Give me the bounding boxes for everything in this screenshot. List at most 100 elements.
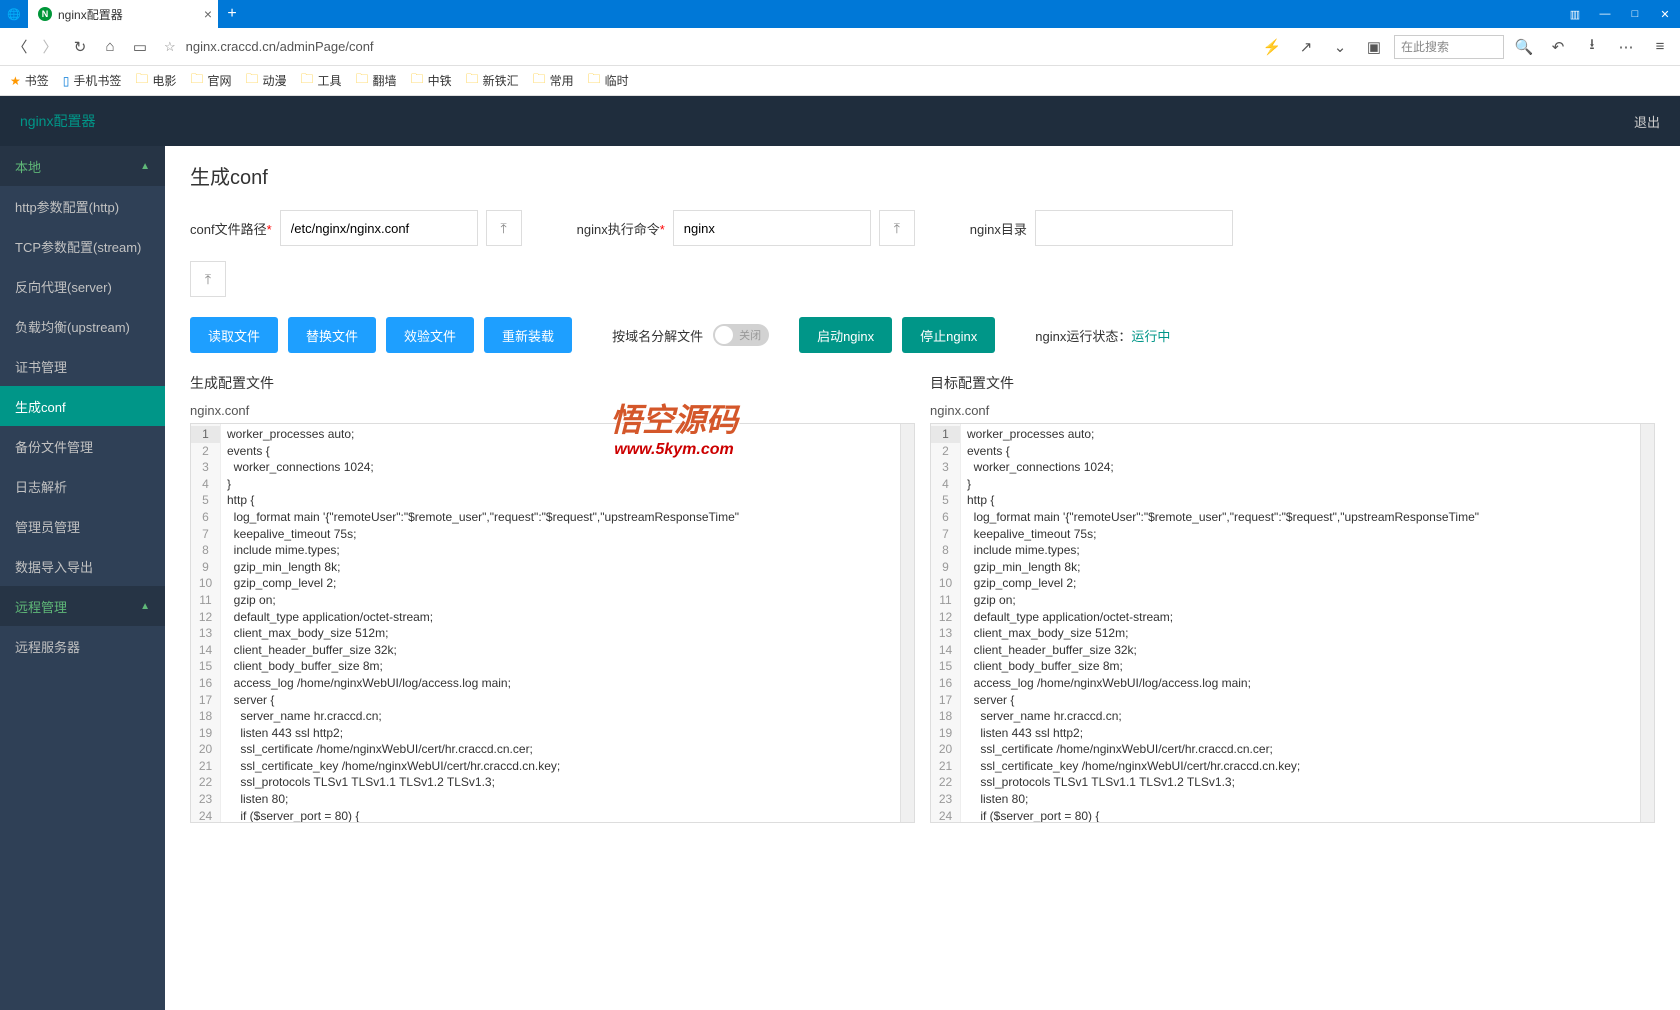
url-bar[interactable]: ☆ nginx.craccd.cn/adminPage/conf <box>156 33 1256 61</box>
tab-title: nginx配置器 <box>58 6 123 23</box>
bookmark-item[interactable]: 🗀动漫 <box>245 70 286 92</box>
star-icon: ★ <box>10 74 21 88</box>
folder-icon: 🗀 <box>588 70 601 92</box>
stop-nginx-button[interactable]: 停止nginx <box>902 317 995 353</box>
tab-favicon: N <box>38 7 52 21</box>
sidebar: 本地 ▲ http参数配置(http)TCP参数配置(stream)反向代理(s… <box>0 146 165 1010</box>
sidebar-item[interactable]: TCP参数配置(stream) <box>0 226 165 266</box>
folder-icon: 🗀 <box>135 70 148 92</box>
search-icon[interactable]: 🔍 <box>1510 33 1538 61</box>
close-window-button[interactable]: ✕ <box>1650 0 1680 28</box>
bookmark-item[interactable]: 🗀翻墙 <box>356 70 397 92</box>
download-icon[interactable]: ⭳ <box>1578 33 1606 61</box>
nginx-dir-label: nginx目录 <box>970 219 1027 238</box>
nginx-dir-input[interactable] <box>1035 210 1233 246</box>
conf-path-upload-button[interactable]: ⤒ <box>486 210 522 246</box>
bookmark-item[interactable]: 🗀中铁 <box>411 70 452 92</box>
browser-search-input[interactable]: 在此搜索 <box>1394 35 1504 59</box>
verify-file-button[interactable]: 效验文件 <box>386 317 474 353</box>
bookmark-item[interactable]: 🗀工具 <box>301 70 342 92</box>
bookmark-item[interactable]: 🗀官网 <box>190 70 231 92</box>
chevron-up-icon: ▲ <box>140 161 150 172</box>
target-config-editor[interactable]: 123456789101112131415161718192021222324 … <box>930 423 1655 823</box>
bookmark-item[interactable]: ★书签 <box>10 72 49 89</box>
exec-cmd-upload-button[interactable]: ⤒ <box>879 210 915 246</box>
generated-config-title: 生成配置文件 <box>190 373 915 393</box>
sidebar-item[interactable]: 证书管理 <box>0 346 165 386</box>
window-controls: ▥ — □ ✕ <box>1560 0 1680 28</box>
code-content[interactable]: worker_processes auto; events { worker_c… <box>961 424 1640 822</box>
sidebar-toggle-icon[interactable]: ▥ <box>1560 0 1590 28</box>
replace-file-button[interactable]: 替换文件 <box>288 317 376 353</box>
translate-icon[interactable]: ▣ <box>1360 33 1388 61</box>
bookmark-item[interactable]: ▯手机书签 <box>63 72 122 89</box>
new-tab-button[interactable]: + <box>218 5 246 23</box>
exec-cmd-label: nginx执行命令* <box>577 219 665 238</box>
nginx-dir-upload-button[interactable]: ⤒ <box>190 261 226 297</box>
more-icon[interactable]: ⋯ <box>1612 33 1640 61</box>
sidebar-item[interactable]: 备份文件管理 <box>0 426 165 466</box>
bookmark-icon: ▯ <box>63 74 70 88</box>
sidebar-item[interactable]: 数据导入导出 <box>0 546 165 586</box>
undo-icon[interactable]: ↶ <box>1544 33 1572 61</box>
flash-icon[interactable]: ⚡ <box>1258 33 1286 61</box>
share-icon[interactable]: ↗ <box>1292 33 1320 61</box>
folder-icon: 🗀 <box>356 70 369 92</box>
generated-config-pane: 生成配置文件 nginx.conf 1234567891011121314151… <box>190 373 915 823</box>
minimize-button[interactable]: — <box>1590 0 1620 28</box>
folder-icon: 🗀 <box>466 70 479 92</box>
code-content[interactable]: worker_processes auto; events { worker_c… <box>221 424 900 822</box>
folder-icon: 🗀 <box>301 70 314 92</box>
refresh-button[interactable]: ↻ <box>66 33 94 61</box>
target-config-title: 目标配置文件 <box>930 373 1655 393</box>
generated-config-editor[interactable]: 123456789101112131415161718192021222324 … <box>190 423 915 823</box>
app-title: nginx配置器 <box>20 111 95 131</box>
scrollbar-vertical[interactable] <box>900 424 914 822</box>
tab-close-icon[interactable]: × <box>204 6 212 22</box>
browser-titlebar: 🌐 N nginx配置器 × + ▥ — □ ✕ <box>0 0 1680 28</box>
browser-toolbar: 〈 〉 ↻ ⌂ ▭ ☆ nginx.craccd.cn/adminPage/co… <box>0 28 1680 66</box>
sidebar-item[interactable]: http参数配置(http) <box>0 186 165 226</box>
url-text: nginx.craccd.cn/adminPage/conf <box>186 39 374 54</box>
line-numbers: 123456789101112131415161718192021222324 <box>191 424 221 822</box>
split-by-domain-switch[interactable]: 关闭 <box>713 324 769 346</box>
browser-tab[interactable]: N nginx配置器 × <box>28 0 218 28</box>
page-title: 生成conf <box>190 161 1655 190</box>
sidebar-item[interactable]: 负载均衡(upstream) <box>0 306 165 346</box>
app-header: nginx配置器 退出 <box>0 96 1680 146</box>
start-nginx-button[interactable]: 启动nginx <box>799 317 892 353</box>
read-file-button[interactable]: 读取文件 <box>190 317 278 353</box>
back-button[interactable]: 〈 <box>6 33 34 61</box>
target-config-pane: 目标配置文件 nginx.conf 1234567891011121314151… <box>930 373 1655 823</box>
menu-icon[interactable]: ≡ <box>1646 33 1674 61</box>
sidebar-item[interactable]: 日志解析 <box>0 466 165 506</box>
target-config-filename: nginx.conf <box>930 403 1655 418</box>
sidebar-group-remote[interactable]: 远程管理 ▲ <box>0 586 165 626</box>
sidebar-item[interactable]: 反向代理(server) <box>0 266 165 306</box>
bookmark-item[interactable]: 🗀电影 <box>135 70 176 92</box>
chevron-down-icon[interactable]: ⌄ <box>1326 33 1354 61</box>
maximize-button[interactable]: □ <box>1620 0 1650 28</box>
app-icon: 🌐 <box>0 0 28 28</box>
bookmark-item[interactable]: 🗀常用 <box>533 70 574 92</box>
sidebar-group-local[interactable]: 本地 ▲ <box>0 146 165 186</box>
exec-cmd-input[interactable] <box>673 210 871 246</box>
main-content: 生成conf conf文件路径* ⤒ nginx执行命令* ⤒ nginx目录 … <box>165 146 1680 1010</box>
conf-path-label: conf文件路径* <box>190 219 272 238</box>
nginx-status-value: 运行中 <box>1131 329 1170 344</box>
logout-button[interactable]: 退出 <box>1634 112 1660 131</box>
home-button[interactable]: ⌂ <box>96 33 124 61</box>
sidebar-item[interactable]: 管理员管理 <box>0 506 165 546</box>
conf-path-input[interactable] <box>280 210 478 246</box>
bookmark-item[interactable]: 🗀新铁汇 <box>466 70 519 92</box>
nginx-status-label: nginx运行状态：运行中 <box>1035 326 1170 345</box>
bookmark-star-icon[interactable]: ☆ <box>164 39 176 55</box>
sidebar-item[interactable]: 远程服务器 <box>0 626 165 666</box>
bookmark-item[interactable]: 🗀临时 <box>588 70 629 92</box>
scrollbar-vertical[interactable] <box>1640 424 1654 822</box>
reading-button[interactable]: ▭ <box>126 33 154 61</box>
switch-knob <box>715 326 733 344</box>
forward-button[interactable]: 〉 <box>36 33 64 61</box>
reload-button[interactable]: 重新装载 <box>484 317 572 353</box>
sidebar-item[interactable]: 生成conf <box>0 386 165 426</box>
